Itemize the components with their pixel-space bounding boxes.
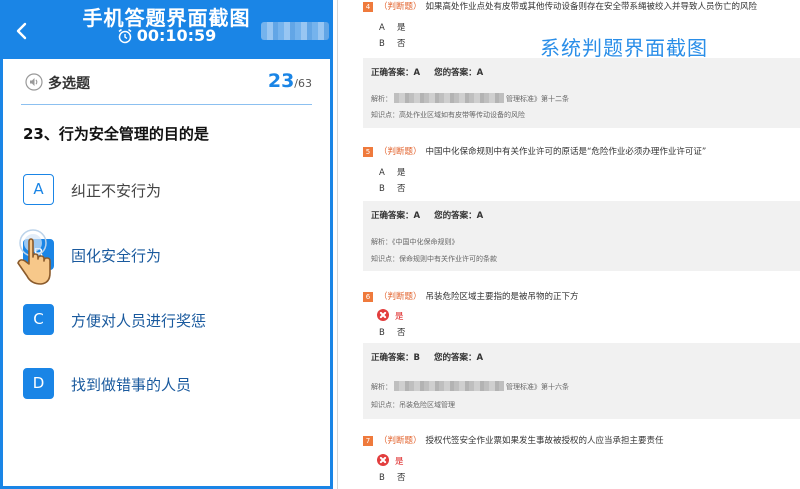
system-grading-panel: 4 （判断题） 如果高处作业点处有皮带或其他传动设备则存在安全带系绳被绞入并导致人员… — [343, 0, 800, 489]
answer-box: 正确答案：A 您的答案：A 解析：《中国中化保命规则》 知识点：保命规则中有关作业… — [363, 201, 800, 271]
blurred-text — [394, 93, 504, 103]
analysis-line: 解析：《中国中化保命规则》 — [371, 238, 459, 246]
wrong-mark-icon — [377, 454, 389, 466]
question-type-label: 多选题 — [48, 76, 90, 92]
alarm-clock-icon — [117, 28, 133, 48]
question-tag: （判断题） — [379, 436, 422, 446]
question-number: 6 — [363, 292, 373, 302]
progress-current: 23 — [267, 70, 295, 92]
option-a[interactable]: A 纠正不安行为 — [23, 174, 313, 210]
question-tag: （判断题） — [379, 2, 422, 12]
mobile-quiz-panel: 手机答题界面截图 00:10:59 多选题 23/63 23、行为安全管理的目的… — [0, 0, 333, 489]
question-number: 7 — [363, 436, 373, 446]
question-type-bar: 多选题 23/63 — [21, 69, 312, 105]
question-text: 授权代签安全作业票如果发生事故被授权的人应当承担主要责任 — [425, 436, 664, 446]
choice-b: B否 — [379, 39, 406, 49]
answer-box: 正确答案：B 您的答案：A 解析： 管理标准》第十六条 知识点：吊装危险区域管理 — [363, 343, 800, 419]
knowledge-line: 知识点：高处作业区域如有皮带等传动设备的风险 — [371, 111, 525, 119]
question-row: 6 （判断题） 吊装危险区域主要指的是被吊物的正下方 — [363, 290, 579, 302]
choice-a: A是 — [379, 168, 406, 178]
question-text: 23、行为安全管理的目的是 — [23, 125, 209, 143]
option-letter: C — [23, 304, 54, 335]
question-number: 4 — [363, 2, 373, 12]
question-text: 如果高处作业点处有皮带或其他传动设备则存在安全带系绳被绞入并导致人员伤亡的风险 — [425, 2, 758, 12]
choice-a: A是 — [379, 23, 406, 33]
option-text: 固化安全行为 — [71, 247, 162, 265]
question-row: 5 （判断题） 中国中化保命规则中有关作业许可的原话是“危险作业必须办理作业许可证” — [363, 145, 706, 157]
answer-line: 正确答案：A 您的答案：A — [371, 68, 484, 78]
option-letter: B — [23, 239, 54, 270]
answer-line: 正确答案：B 您的答案：A — [371, 353, 484, 363]
question-number: 5 — [363, 147, 373, 157]
choice-a: 是 — [395, 457, 404, 467]
question-text: 中国中化保命规则中有关作业许可的原话是“危险作业必须办理作业许可证” — [425, 147, 707, 157]
choice-b: B否 — [379, 473, 406, 483]
blurred-username — [261, 22, 329, 40]
choice-b: B否 — [379, 328, 406, 338]
wrong-mark-icon — [377, 309, 389, 321]
option-c[interactable]: C 方便对人员进行奖惩 — [23, 304, 313, 340]
option-text: 找到做错事的人员 — [71, 376, 192, 394]
panel-title: 系统判题界面截图 — [540, 36, 708, 60]
question-row: 4 （判断题） 如果高处作业点处有皮带或其他传动设备则存在安全带系绳被绞入并导致人员… — [363, 0, 757, 12]
knowledge-line: 知识点：吊装危险区域管理 — [371, 401, 455, 409]
choice-a: 是 — [395, 312, 404, 322]
blurred-text — [394, 381, 504, 391]
option-letter: A — [23, 174, 54, 205]
timer-value: 00:10:59 — [136, 26, 217, 45]
option-d[interactable]: D 找到做错事的人员 — [23, 368, 313, 404]
speaker-icon[interactable] — [25, 73, 43, 91]
answer-box: 正确答案：A 您的答案：A 解析： 管理标准》第十二条 知识点：高处作业区域如有皮带… — [363, 58, 800, 128]
question-tag: （判断题） — [379, 292, 422, 302]
panel-divider — [337, 0, 338, 489]
option-b[interactable]: B 固化安全行为 — [23, 239, 313, 275]
option-letter: D — [23, 368, 54, 399]
analysis-line: 解析： 管理标准》第十二条 — [371, 93, 569, 103]
answer-line: 正确答案：A 您的答案：A — [371, 211, 484, 221]
quiz-header: 手机答题界面截图 00:10:59 — [3, 0, 330, 59]
choice-b: B否 — [379, 184, 406, 194]
question-text: 吊装危险区域主要指的是被吊物的正下方 — [425, 292, 579, 302]
progress-total: /63 — [294, 77, 312, 90]
question-tag: （判断题） — [379, 147, 422, 157]
knowledge-line: 知识点：保命规则中有关作业许可的条款 — [371, 255, 497, 263]
analysis-line: 解析： 管理标准》第十六条 — [371, 381, 569, 391]
question-progress: 23/63 — [268, 70, 312, 92]
question-row: 7 （判断题） 授权代签安全作业票如果发生事故被授权的人应当承担主要责任 — [363, 434, 664, 446]
option-text: 方便对人员进行奖惩 — [71, 312, 207, 330]
option-text: 纠正不安行为 — [71, 182, 162, 200]
